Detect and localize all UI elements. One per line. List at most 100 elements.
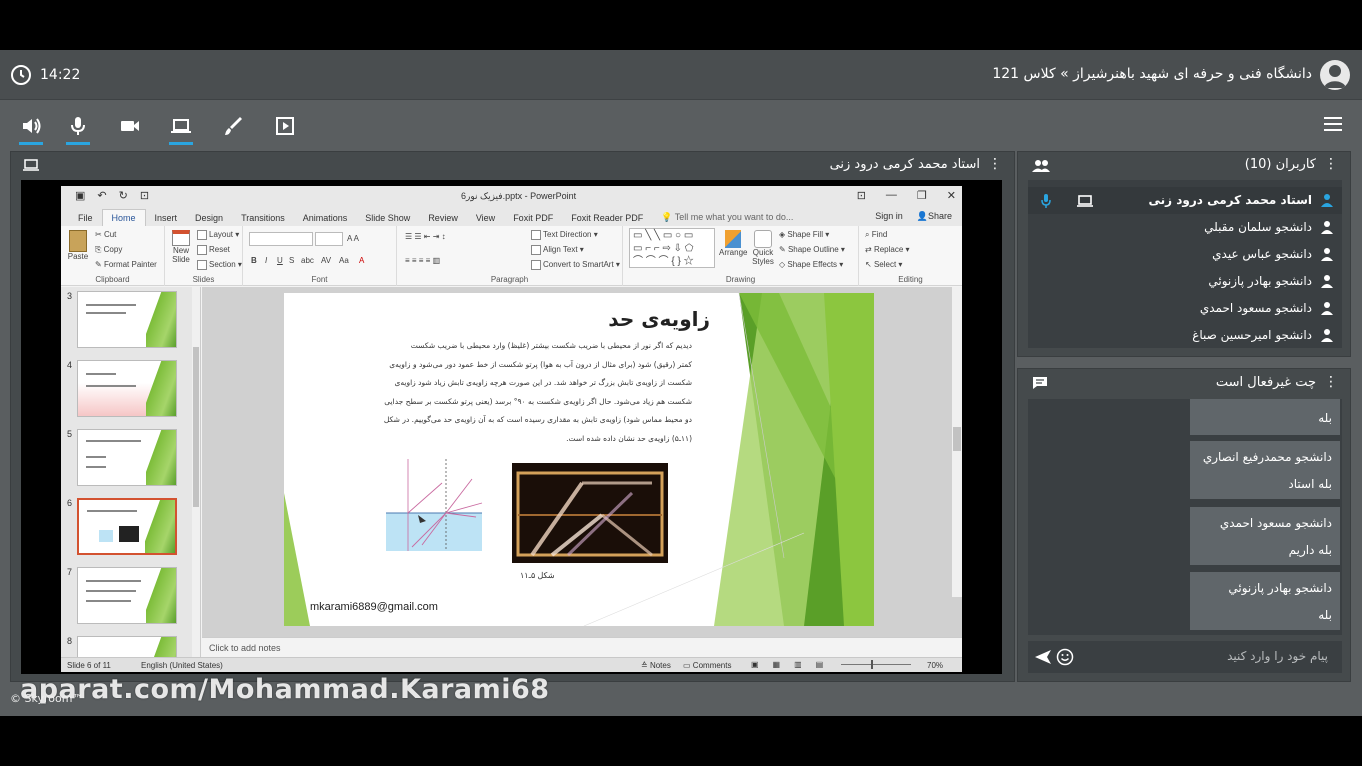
bold-button[interactable]: B: [251, 256, 257, 265]
font-color-button[interactable]: A: [359, 256, 364, 265]
user-row-presenter[interactable]: استاد محمد کرمی درود زنی: [1028, 187, 1342, 214]
restore-icon[interactable]: ❐: [917, 189, 927, 202]
tell-me-search[interactable]: 💡 Tell me what you want to do...: [652, 209, 802, 226]
tab-transitions[interactable]: Transitions: [232, 210, 294, 226]
user-name: دانشجو سلمان مقبلي: [1204, 220, 1312, 234]
share-button[interactable]: 👤Share: [917, 211, 952, 222]
slide-thumbnail[interactable]: [77, 429, 177, 486]
save-icon[interactable]: ▣: [75, 189, 85, 202]
slide-thumbnail[interactable]: [77, 636, 177, 657]
format-painter-button[interactable]: ✎ Format Painter: [95, 260, 157, 269]
user-row[interactable]: دانشجو سلمان مقبلي: [1028, 214, 1342, 241]
media-play-button[interactable]: [272, 113, 298, 139]
user-row[interactable]: دانشجو بهادر پازنوئي: [1028, 268, 1342, 295]
tab-review[interactable]: Review: [419, 210, 467, 226]
section-button[interactable]: Section ▾: [197, 260, 242, 270]
align-buttons[interactable]: ≡ ≡ ≡ ≡ ▥: [405, 256, 440, 265]
language-indicator[interactable]: English (United States): [141, 661, 223, 670]
send-icon[interactable]: [1034, 649, 1052, 665]
reset-icon: [197, 245, 207, 255]
tab-view[interactable]: View: [467, 210, 504, 226]
speaker-button[interactable]: [18, 113, 44, 145]
zoom-level[interactable]: 70%: [927, 661, 943, 670]
thumbnail-scrollbar[interactable]: [192, 287, 200, 657]
font-name-box[interactable]: [249, 232, 313, 246]
camera-button[interactable]: [117, 113, 143, 139]
sign-in-link[interactable]: Sign in: [875, 211, 903, 222]
find-button[interactable]: ⌕ Find: [865, 230, 887, 240]
layout-button[interactable]: Layout ▾: [197, 230, 239, 240]
char-spacing-button[interactable]: AV: [321, 256, 331, 265]
hamburger-menu-icon[interactable]: [1322, 115, 1344, 133]
tab-design[interactable]: Design: [186, 210, 232, 226]
slide-thumbnail[interactable]: [77, 567, 177, 624]
tab-animations[interactable]: Animations: [294, 210, 357, 226]
editor-scrollbar[interactable]: [952, 287, 962, 597]
underline-button[interactable]: U: [277, 256, 283, 265]
user-row[interactable]: دانشجو اميرحسين صباغ: [1028, 322, 1342, 349]
grow-shrink-font-buttons[interactable]: A A: [347, 234, 359, 243]
new-slide-button[interactable]: New Slide: [169, 230, 193, 264]
shapes-gallery[interactable]: ▭ ╲ ╲ ▭ ○ ▭ ▭ ⌐ ⌐ ⇨ ⇩ ⬠ ⌒ ⌒ ⌒ { } ☆: [629, 228, 715, 268]
paste-button[interactable]: Paste: [65, 230, 91, 261]
screen-share-button[interactable]: [168, 113, 194, 145]
start-slideshow-icon[interactable]: ⊡: [140, 189, 149, 202]
list-buttons[interactable]: ☰ ☰ ⇤ ⇥ ↕: [405, 232, 446, 241]
chat-message-sender: دانشجو مسعود احمدي: [1219, 516, 1332, 530]
slide-thumbnail[interactable]: [77, 291, 177, 348]
paste-icon: [69, 230, 87, 252]
tab-slide-show[interactable]: Slide Show: [356, 210, 419, 226]
new-slide-label: New Slide: [172, 246, 190, 264]
comments-button[interactable]: ▭ Comments: [683, 661, 731, 670]
convert-smartart-button[interactable]: Convert to SmartArt ▾: [531, 260, 620, 270]
slide-thumbnail-current[interactable]: [77, 498, 177, 555]
whiteboard-button[interactable]: [220, 113, 246, 139]
user-name: دانشجو بهادر پازنوئي: [1208, 274, 1312, 288]
notes-pane[interactable]: Click to add notes: [202, 637, 962, 657]
align-text-button[interactable]: Align Text ▾: [531, 245, 584, 255]
user-row[interactable]: دانشجو مسعود احمدي: [1028, 295, 1342, 322]
redo-icon[interactable]: ↻: [119, 189, 128, 202]
view-buttons[interactable]: ▣▦▥▤: [751, 660, 837, 669]
change-case-button[interactable]: Aa: [339, 256, 349, 265]
zoom-slider[interactable]: [841, 660, 911, 669]
arrange-button[interactable]: Arrange: [719, 230, 747, 257]
shadow-button[interactable]: S: [289, 256, 294, 265]
copy-button[interactable]: ⎘ Copy: [95, 245, 122, 255]
ribbon-display-icon[interactable]: ⊡: [857, 189, 866, 202]
tab-insert[interactable]: Insert: [146, 210, 187, 226]
quick-styles-button[interactable]: Quick Styles: [749, 230, 777, 266]
users-options-icon[interactable]: ⋮: [1324, 156, 1338, 172]
minimize-icon[interactable]: —: [886, 189, 897, 202]
tab-home[interactable]: Home: [101, 209, 146, 226]
close-icon[interactable]: ✕: [947, 189, 956, 202]
undo-icon[interactable]: ↶: [97, 189, 106, 202]
select-button[interactable]: ↖ Select ▾: [865, 260, 902, 269]
slide-thumbnail[interactable]: [77, 360, 177, 417]
user-row[interactable]: دانشجو عباس عيدي: [1028, 241, 1342, 268]
presenter-options-icon[interactable]: ⋮: [988, 156, 1002, 172]
strikethrough-button[interactable]: abc: [301, 256, 314, 265]
shape-fill-button[interactable]: ◈ Shape Fill ▾: [779, 230, 829, 239]
font-size-box[interactable]: [315, 232, 343, 246]
chat-options-icon[interactable]: ⋮: [1324, 374, 1338, 390]
tab-foxit-reader-pdf[interactable]: Foxit Reader PDF: [562, 210, 652, 226]
emoji-icon[interactable]: [1056, 648, 1074, 666]
cut-button[interactable]: ✂ Cut: [95, 230, 116, 239]
chat-input[interactable]: پیام خود را وارد کنید: [1028, 641, 1342, 673]
text-direction-button[interactable]: Text Direction ▾: [531, 230, 598, 240]
replace-button[interactable]: ⇄ Replace ▾: [865, 245, 910, 254]
shape-outline-button[interactable]: ✎ Shape Outline ▾: [779, 245, 845, 254]
reset-button[interactable]: Reset: [197, 245, 230, 255]
user-avatar[interactable]: [1320, 60, 1350, 90]
shape-effects-button[interactable]: ◇ Shape Effects ▾: [779, 260, 843, 269]
users-group-icon: [1032, 160, 1050, 172]
current-slide[interactable]: زاویه‌ی حد دیدیم که اگر نور از محیطی با …: [284, 293, 874, 626]
notes-button[interactable]: ≙ Notes: [641, 661, 671, 670]
italic-button[interactable]: I: [265, 256, 267, 265]
tab-foxit-pdf[interactable]: Foxit PDF: [504, 210, 562, 226]
user-icon: [1321, 302, 1333, 315]
microphone-button[interactable]: [65, 113, 91, 145]
tab-file[interactable]: File: [69, 210, 102, 226]
letterbox-top: [0, 0, 1362, 50]
